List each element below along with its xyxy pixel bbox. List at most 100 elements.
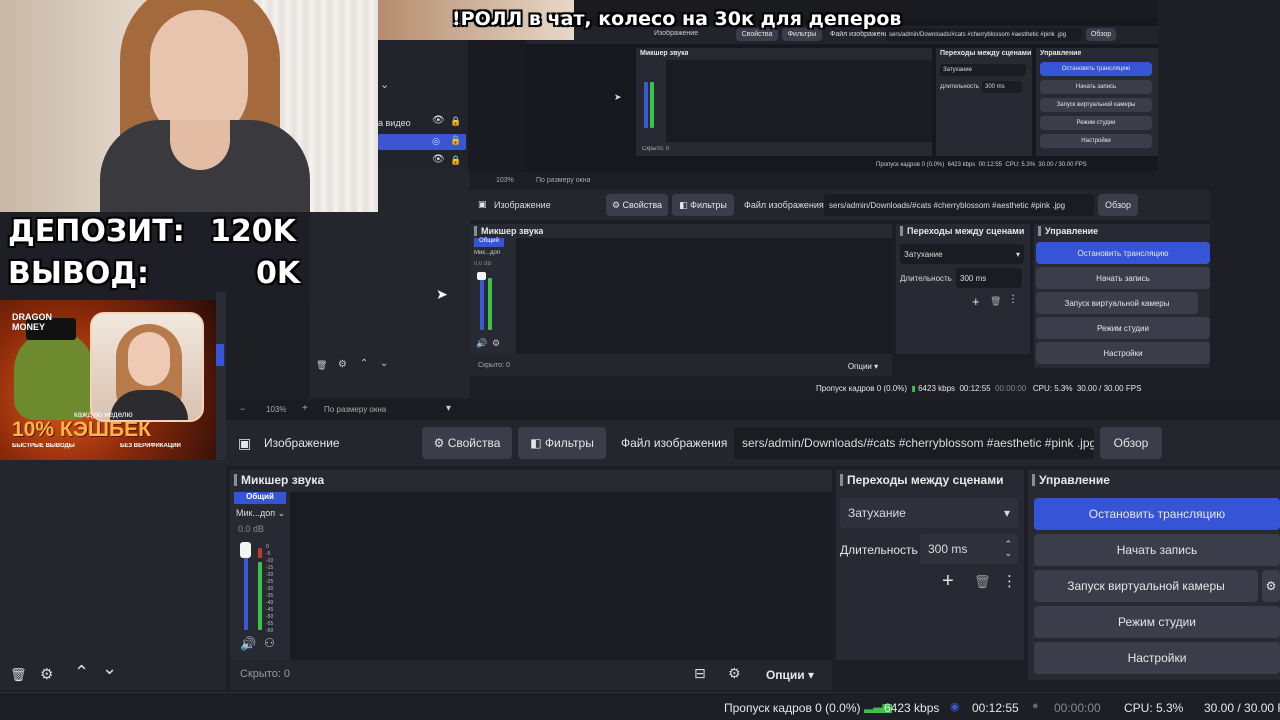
promo-brand: DRAGON MONEY xyxy=(12,312,52,332)
level2-mixer-tab[interactable]: Общий xyxy=(474,238,504,247)
stepper-icon[interactable]: ⌃ ⌄ xyxy=(1004,540,1012,558)
source-item-label[interactable]: а видео xyxy=(378,118,411,128)
gear-icon[interactable]: ⚙ xyxy=(338,359,347,370)
rec-time: 00:00:00 xyxy=(1054,701,1101,715)
level3-transition-select[interactable]: Затухание xyxy=(940,64,1026,76)
mixer-settings-icon[interactable]: ⚙ xyxy=(728,665,741,682)
zoom-minus[interactable]: − xyxy=(240,404,245,414)
main-zoom[interactable]: 103% xyxy=(266,405,286,414)
gear-icon[interactable]: ⚙ xyxy=(40,665,53,683)
withdraw-value: 0K xyxy=(256,256,301,291)
meter-tick-label: -50 xyxy=(266,614,274,620)
chevron-down-icon[interactable]: ▾ xyxy=(446,403,451,414)
trash-icon[interactable]: 🗑 xyxy=(990,296,1001,307)
move-up-icon[interactable]: ⌃ xyxy=(74,662,89,683)
virtual-cam-button[interactable]: Запуск виртуальной камеры xyxy=(1034,570,1258,602)
level2-file-path[interactable]: sers/admin/Downloads/#cats #cherryblosso… xyxy=(824,194,1094,216)
stop-stream-button[interactable]: Остановить трансляцию xyxy=(1034,498,1280,530)
speaker-icon[interactable]: 🔊 xyxy=(476,338,487,349)
level3-file-path[interactable]: sers/admin/Downloads/#cats #cherryblosso… xyxy=(886,28,1082,41)
level2-mixer-channel[interactable]: Мик...доп xyxy=(474,250,500,256)
start-record-button[interactable]: Начать запись xyxy=(1034,534,1280,566)
promo-photo xyxy=(90,312,204,422)
main-file-path[interactable]: sers/admin/Downloads/#cats #cherryblosso… xyxy=(734,427,1094,459)
main-zoom-mode[interactable]: По размеру окна xyxy=(324,405,386,414)
mute-icon[interactable]: ⚇ xyxy=(264,636,275,650)
meter-tick-label: -45 xyxy=(266,607,274,613)
chevron-down-icon[interactable]: ⌄ xyxy=(380,78,389,91)
add-icon[interactable]: + xyxy=(942,570,954,593)
main-meter-ticks: 0 -5 -10 -15 -20 -25 -30 -35 -40 -45 -50 -55 -60 xyxy=(266,544,280,634)
main-mixer-tab[interactable]: Общий xyxy=(234,492,286,504)
level2-meter-blue xyxy=(480,274,484,330)
level2-properties-button[interactable]: ⚙ Свойства xyxy=(606,194,668,216)
level2-virtual-cam-button[interactable]: Запуск виртуальной камеры xyxy=(1036,292,1198,314)
level3-duration-input[interactable]: 300 ms xyxy=(982,81,1022,93)
level2-options-button[interactable]: Опции ▾ xyxy=(838,358,888,374)
level3-studio-mode-button[interactable]: Режим студии xyxy=(1040,116,1152,130)
level2-file-label: Файл изображения xyxy=(744,200,824,210)
level2-start-record-button[interactable]: Начать запись xyxy=(1036,267,1210,289)
meter-tick-label: -5 xyxy=(266,551,271,557)
level3-transitions: Переходы между сценами Затухание Длитель… xyxy=(936,48,1032,156)
level3-source-name: Изображение xyxy=(654,30,699,37)
eye-icon[interactable]: 👁 xyxy=(432,154,445,165)
level2-zoom[interactable]: 103% xyxy=(496,177,514,184)
layout-icon[interactable]: ⊟ xyxy=(694,665,706,682)
zoom-plus[interactable]: + xyxy=(302,403,308,414)
level2-stop-stream-button[interactable]: Остановить трансляцию xyxy=(1036,242,1210,264)
meter-tick-label: -35 xyxy=(266,593,274,599)
eye-icon[interactable]: 👁 xyxy=(432,115,445,126)
main-browse-button[interactable]: Обзор xyxy=(1100,427,1162,459)
mute-icon[interactable]: ⚙ xyxy=(492,338,500,349)
source-item-selected[interactable]: ◎ 🔒 xyxy=(378,134,466,150)
level2-transitions: Переходы между сценами Затухание ▾ Длител… xyxy=(896,224,1030,354)
eye-icon[interactable]: ◎ xyxy=(432,136,440,147)
level2-studio-mode-button[interactable]: Режим студии xyxy=(1036,317,1210,339)
main-properties-button[interactable]: ⚙ Свойства xyxy=(422,427,512,459)
level3-stop-stream-button[interactable]: Остановить трансляцию xyxy=(1040,62,1152,76)
gear-icon: ⚙ xyxy=(433,436,445,450)
scene-selected-marker[interactable] xyxy=(216,344,224,366)
lock-icon[interactable]: 🔒 xyxy=(450,135,461,146)
scene-list-edge xyxy=(216,292,226,460)
level2-zoom-mode[interactable]: По размеру окна xyxy=(536,177,590,184)
level2-filters-button[interactable]: ◧ Фильтры xyxy=(672,194,734,216)
level2-status-bar: Пропуск кадров 0 (0.0%) ▮ 6423 kbps 00:1… xyxy=(816,384,1142,393)
level3-start-record-button[interactable]: Начать запись xyxy=(1040,80,1152,94)
chevron-down-icon: ▾ xyxy=(1015,249,1020,259)
trash-icon[interactable]: 🗑 xyxy=(974,574,991,590)
main-filters-button[interactable]: ◧ Фильтры xyxy=(518,427,606,459)
main-duration-input[interactable]: 300 ms ⌃ ⌄ xyxy=(920,534,1018,564)
main-mixer-channel[interactable]: Мик...доп ⌄ xyxy=(236,508,285,519)
more-icon[interactable]: ⋮ xyxy=(1008,294,1018,305)
level2-duration-input[interactable]: 300 ms xyxy=(956,268,1022,288)
level3-browse-button[interactable]: Обзор xyxy=(1086,28,1116,41)
add-icon[interactable]: + xyxy=(972,294,980,309)
up-icon[interactable]: ⌃ xyxy=(360,358,368,369)
main-transition-select[interactable]: Затухание ▾ xyxy=(840,498,1018,528)
move-down-icon[interactable]: ⌄ xyxy=(102,658,117,679)
more-icon[interactable]: ⋮ xyxy=(1002,572,1017,590)
level3-virtual-cam-button[interactable]: Запуск виртуальной камеры xyxy=(1040,98,1152,112)
trash-icon[interactable]: 🗑 xyxy=(10,667,27,683)
lock-icon[interactable]: 🔒 xyxy=(450,116,461,127)
down-icon[interactable]: ⌄ xyxy=(380,358,388,369)
level2-volume-knob[interactable] xyxy=(477,272,486,280)
trash-icon[interactable]: 🗑 xyxy=(316,360,327,371)
level2-transition-select[interactable]: Затухание ▾ xyxy=(900,244,1024,264)
fps: 30.00 / 30.00 FPS xyxy=(1204,701,1280,715)
lock-icon[interactable]: 🔒 xyxy=(450,155,461,166)
level2-controls-title: Управление xyxy=(1038,226,1098,236)
main-volume-knob[interactable] xyxy=(240,542,251,558)
level2-browse-button[interactable]: Обзор xyxy=(1098,194,1138,216)
speaker-icon[interactable]: 🔊 xyxy=(240,636,256,652)
level3-settings-button[interactable]: Настройки xyxy=(1040,134,1152,148)
studio-mode-button[interactable]: Режим студии xyxy=(1034,606,1280,638)
main-mixer-title: Микшер звука xyxy=(234,473,324,487)
virtual-cam-settings-button[interactable]: ⚙ xyxy=(1262,570,1280,602)
main-meter-red xyxy=(258,548,262,558)
level2-settings-button[interactable]: Настройки xyxy=(1036,342,1210,364)
options-button[interactable]: Опции ▾ xyxy=(756,664,824,686)
settings-button[interactable]: Настройки xyxy=(1034,642,1280,674)
